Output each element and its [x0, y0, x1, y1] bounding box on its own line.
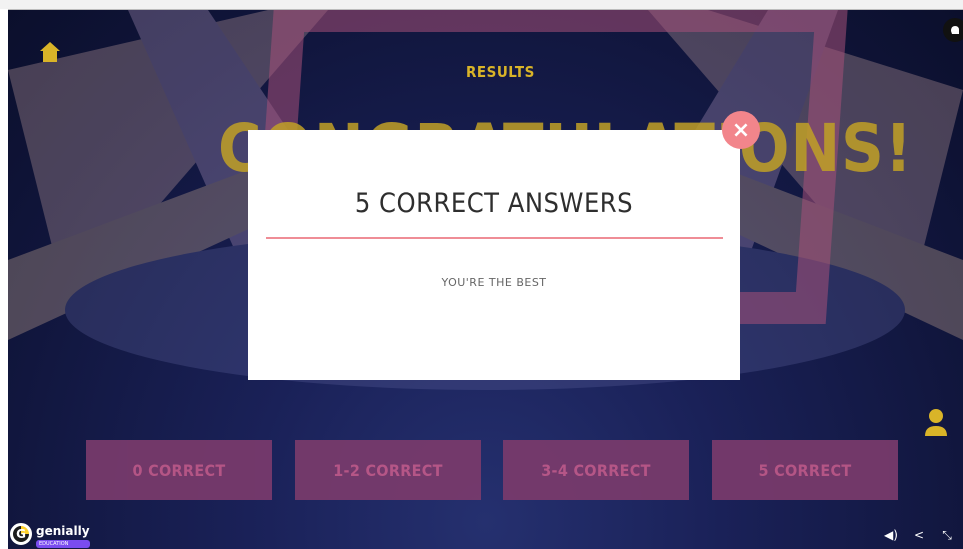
result-button-0[interactable]: 0 CORRECT — [86, 440, 272, 500]
share-icon[interactable]: < — [911, 527, 927, 543]
collapse-icon[interactable]: ⤡ — [939, 527, 955, 543]
viewer-frame: RESULTS CONGRATULATIONS! 0 CORRECT 1-2 C… — [0, 0, 963, 549]
user-icon[interactable] — [924, 408, 948, 438]
logo-letter: G — [16, 527, 26, 541]
result-button-3-4[interactable]: 3-4 CORRECT — [503, 440, 689, 500]
window-left-border — [0, 9, 8, 549]
results-heading: RESULTS — [466, 63, 535, 81]
modal-divider — [266, 237, 723, 239]
result-button-5[interactable]: 5 CORRECT — [712, 440, 898, 500]
result-button-1-2[interactable]: 1-2 CORRECT — [295, 440, 481, 500]
player-controls: ◀) < ⤡ — [883, 527, 955, 543]
modal-subtitle: YOU'RE THE BEST — [441, 276, 547, 289]
home-icon[interactable] — [38, 40, 62, 64]
sound-icon[interactable]: ◀) — [883, 527, 899, 543]
result-modal: 5 CORRECT ANSWERS YOU'RE THE BEST — [248, 130, 740, 380]
close-icon[interactable]: × — [722, 111, 760, 149]
logo-wordmark: genially EDUCATION — [36, 520, 90, 548]
share-symbol: < — [913, 528, 925, 542]
hand-icon[interactable] — [943, 18, 963, 42]
logo-text: genially — [36, 524, 90, 538]
sound-symbol: ◀) — [884, 528, 898, 542]
modal-title: 5 CORRECT ANSWERS — [354, 188, 634, 219]
window-top-border — [0, 0, 963, 10]
close-symbol: × — [731, 117, 751, 143]
logo-badge: EDUCATION — [36, 540, 90, 548]
collapse-symbol: ⤡ — [942, 527, 952, 542]
genially-logo-icon: G — [10, 523, 32, 545]
genially-logo[interactable]: G genially EDUCATION — [10, 520, 90, 548]
